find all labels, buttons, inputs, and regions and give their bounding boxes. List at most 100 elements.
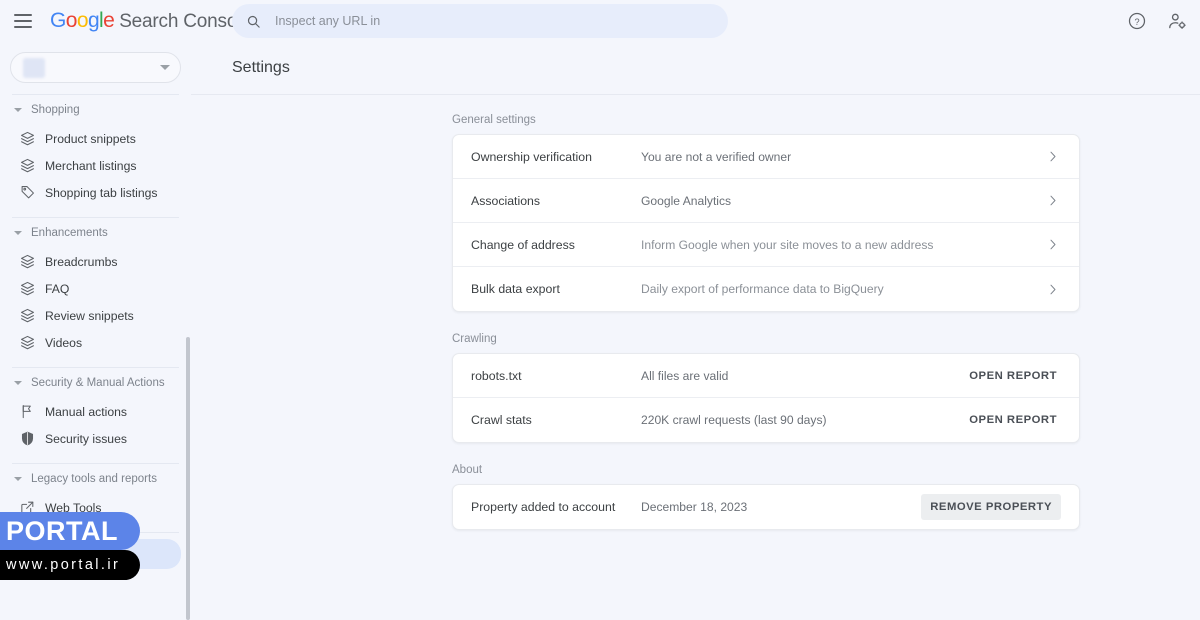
sidebar-nav: Shopping Product snippets Merchant listi… [0, 42, 191, 569]
settings-row-label: Ownership verification [471, 149, 592, 164]
sidebar-item-label: Product snippets [45, 131, 136, 146]
section-label: About [452, 464, 483, 476]
chevron-right-icon[interactable] [1045, 237, 1061, 253]
sidebar-item-security-issues[interactable]: Security issues [0, 425, 181, 452]
property-name-redacted [23, 57, 45, 78]
svg-text:?: ? [1134, 17, 1139, 27]
hamburger-icon[interactable] [14, 14, 32, 28]
tag-icon [18, 184, 36, 202]
triangle-down-icon [14, 108, 22, 112]
layers-icon [18, 130, 36, 148]
sidebar-item-settings[interactable]: Settings [0, 539, 181, 569]
external-link-icon [18, 499, 36, 517]
main-content: Settings General settings Ownership veri… [191, 42, 1200, 620]
settings-sections: General settings Ownership verification … [191, 114, 1200, 530]
layers-icon [20, 254, 34, 269]
title-divider [191, 94, 1200, 95]
nav-group-shopping[interactable]: Shopping [0, 95, 191, 125]
sidebar-item-faq[interactable]: FAQ [0, 275, 181, 302]
chevron-right-icon[interactable] [1045, 193, 1061, 209]
section-label: General settings [452, 114, 536, 126]
layers-icon [18, 280, 36, 298]
chevron-right-icon [1050, 284, 1056, 294]
layers-icon [20, 281, 34, 296]
settings-row[interactable]: Associations Google Analytics [453, 179, 1079, 223]
sidebar-item-label: Review snippets [45, 308, 134, 323]
settings-row-value: Inform Google when your site moves to a … [641, 237, 934, 252]
chevron-down-icon [160, 65, 170, 70]
sidebar: Shopping Product snippets Merchant listi… [0, 42, 191, 620]
sidebar-item-label: Merchant listings [45, 158, 137, 173]
top-bar-icons: ? [1126, 0, 1188, 42]
settings-row-label: Bulk data export [471, 282, 560, 296]
row-action-button[interactable]: OPEN REPORT [965, 364, 1061, 388]
tag-icon [21, 186, 34, 199]
chevron-right-icon [1050, 151, 1056, 162]
page-title: Settings [232, 59, 290, 76]
gear-icon [20, 547, 34, 561]
nav-divider [12, 532, 179, 533]
settings-row[interactable]: Ownership verification You are not a ver… [453, 135, 1079, 179]
settings-row-value: Daily export of performance data to BigQ… [641, 282, 884, 296]
layers-icon [18, 307, 36, 325]
shield-icon [21, 431, 33, 446]
help-circle-icon[interactable]: ? [1126, 10, 1148, 32]
sidebar-item-label: Security issues [45, 431, 127, 446]
nav-group-label: Security & Manual Actions [31, 377, 165, 389]
chevron-right-icon[interactable] [1045, 281, 1061, 297]
settings-row-label: Crawl stats [471, 413, 532, 427]
search-input[interactable] [275, 14, 695, 28]
nav-group-label: Enhancements [31, 227, 108, 239]
sidebar-item-breadcrumbs[interactable]: Breadcrumbs [0, 248, 181, 275]
sidebar-item-label: Breadcrumbs [45, 254, 118, 269]
sidebar-item-label: Manual actions [45, 404, 127, 419]
nav-group-label: Shopping [31, 104, 80, 116]
nav-group-security-manual-actions[interactable]: Security & Manual Actions [0, 368, 191, 398]
flag-icon [22, 405, 31, 419]
settings-row[interactable]: robots.txt All files are valid OPEN REPO… [453, 354, 1079, 398]
settings-row[interactable]: Change of address Inform Google when you… [453, 223, 1079, 267]
sidebar-item-shopping-tab-listings[interactable]: Shopping tab listings [0, 179, 181, 206]
row-action-button[interactable]: OPEN REPORT [965, 408, 1061, 432]
settings-card: robots.txt All files are valid OPEN REPO… [452, 353, 1080, 443]
settings-row[interactable]: Crawl stats 220K crawl requests (last 90… [453, 398, 1079, 442]
triangle-down-icon [14, 381, 22, 385]
url-inspection-search[interactable] [232, 4, 728, 38]
section-label: Crawling [452, 333, 497, 345]
settings-section: Crawling robots.txt All files are valid … [452, 333, 1080, 443]
sidebar-item-merchant-listings[interactable]: Merchant listings [0, 152, 181, 179]
settings-row-value: Google Analytics [641, 193, 732, 208]
sidebar-item-review-snippets[interactable]: Review snippets [0, 302, 181, 329]
settings-row-label: robots.txt [471, 368, 522, 383]
top-bar: Google Search Console ? [0, 0, 1200, 42]
triangle-down-icon [14, 477, 22, 481]
sidebar-item-manual-actions[interactable]: Manual actions [0, 398, 181, 425]
chevron-right-icon [1050, 239, 1056, 250]
user-settings-icon[interactable] [1166, 10, 1188, 32]
sidebar-item-product-snippets[interactable]: Product snippets [0, 125, 181, 152]
settings-row[interactable]: Bulk data export Daily export of perform… [453, 267, 1079, 311]
sidebar-item-label: FAQ [45, 281, 70, 296]
brand-logo: Google Search Console [50, 9, 252, 33]
flag-icon [18, 403, 36, 421]
nav-group-legacy-tools-and-reports[interactable]: Legacy tools and reports [0, 464, 191, 494]
layers-icon [20, 131, 34, 146]
sidebar-item-label: Web Tools [45, 500, 102, 515]
row-action-button[interactable]: REMOVE PROPERTY [921, 494, 1061, 520]
settings-card: Ownership verification You are not a ver… [452, 134, 1080, 312]
settings-row-value: All files are valid [641, 368, 729, 383]
search-console-app: Google Search Console ? [0, 0, 1200, 620]
nav-group-enhancements[interactable]: Enhancements [0, 218, 191, 248]
sidebar-item-videos[interactable]: Videos [0, 329, 181, 356]
settings-row-value: 220K crawl requests (last 90 days) [641, 413, 827, 427]
settings-row-value: December 18, 2023 [641, 500, 748, 514]
settings-row-value: You are not a verified owner [641, 149, 792, 164]
property-selector[interactable] [10, 52, 181, 83]
layers-icon [20, 308, 34, 323]
settings-section: About Property added to account December… [452, 464, 1080, 530]
settings-row[interactable]: Property added to account December 18, 2… [453, 485, 1079, 529]
sidebar-scrollbar[interactable] [186, 337, 190, 620]
chevron-right-icon[interactable] [1045, 149, 1061, 165]
settings-row-label: Change of address [471, 237, 575, 252]
sidebar-item-web-tools[interactable]: Web Tools [0, 494, 181, 521]
